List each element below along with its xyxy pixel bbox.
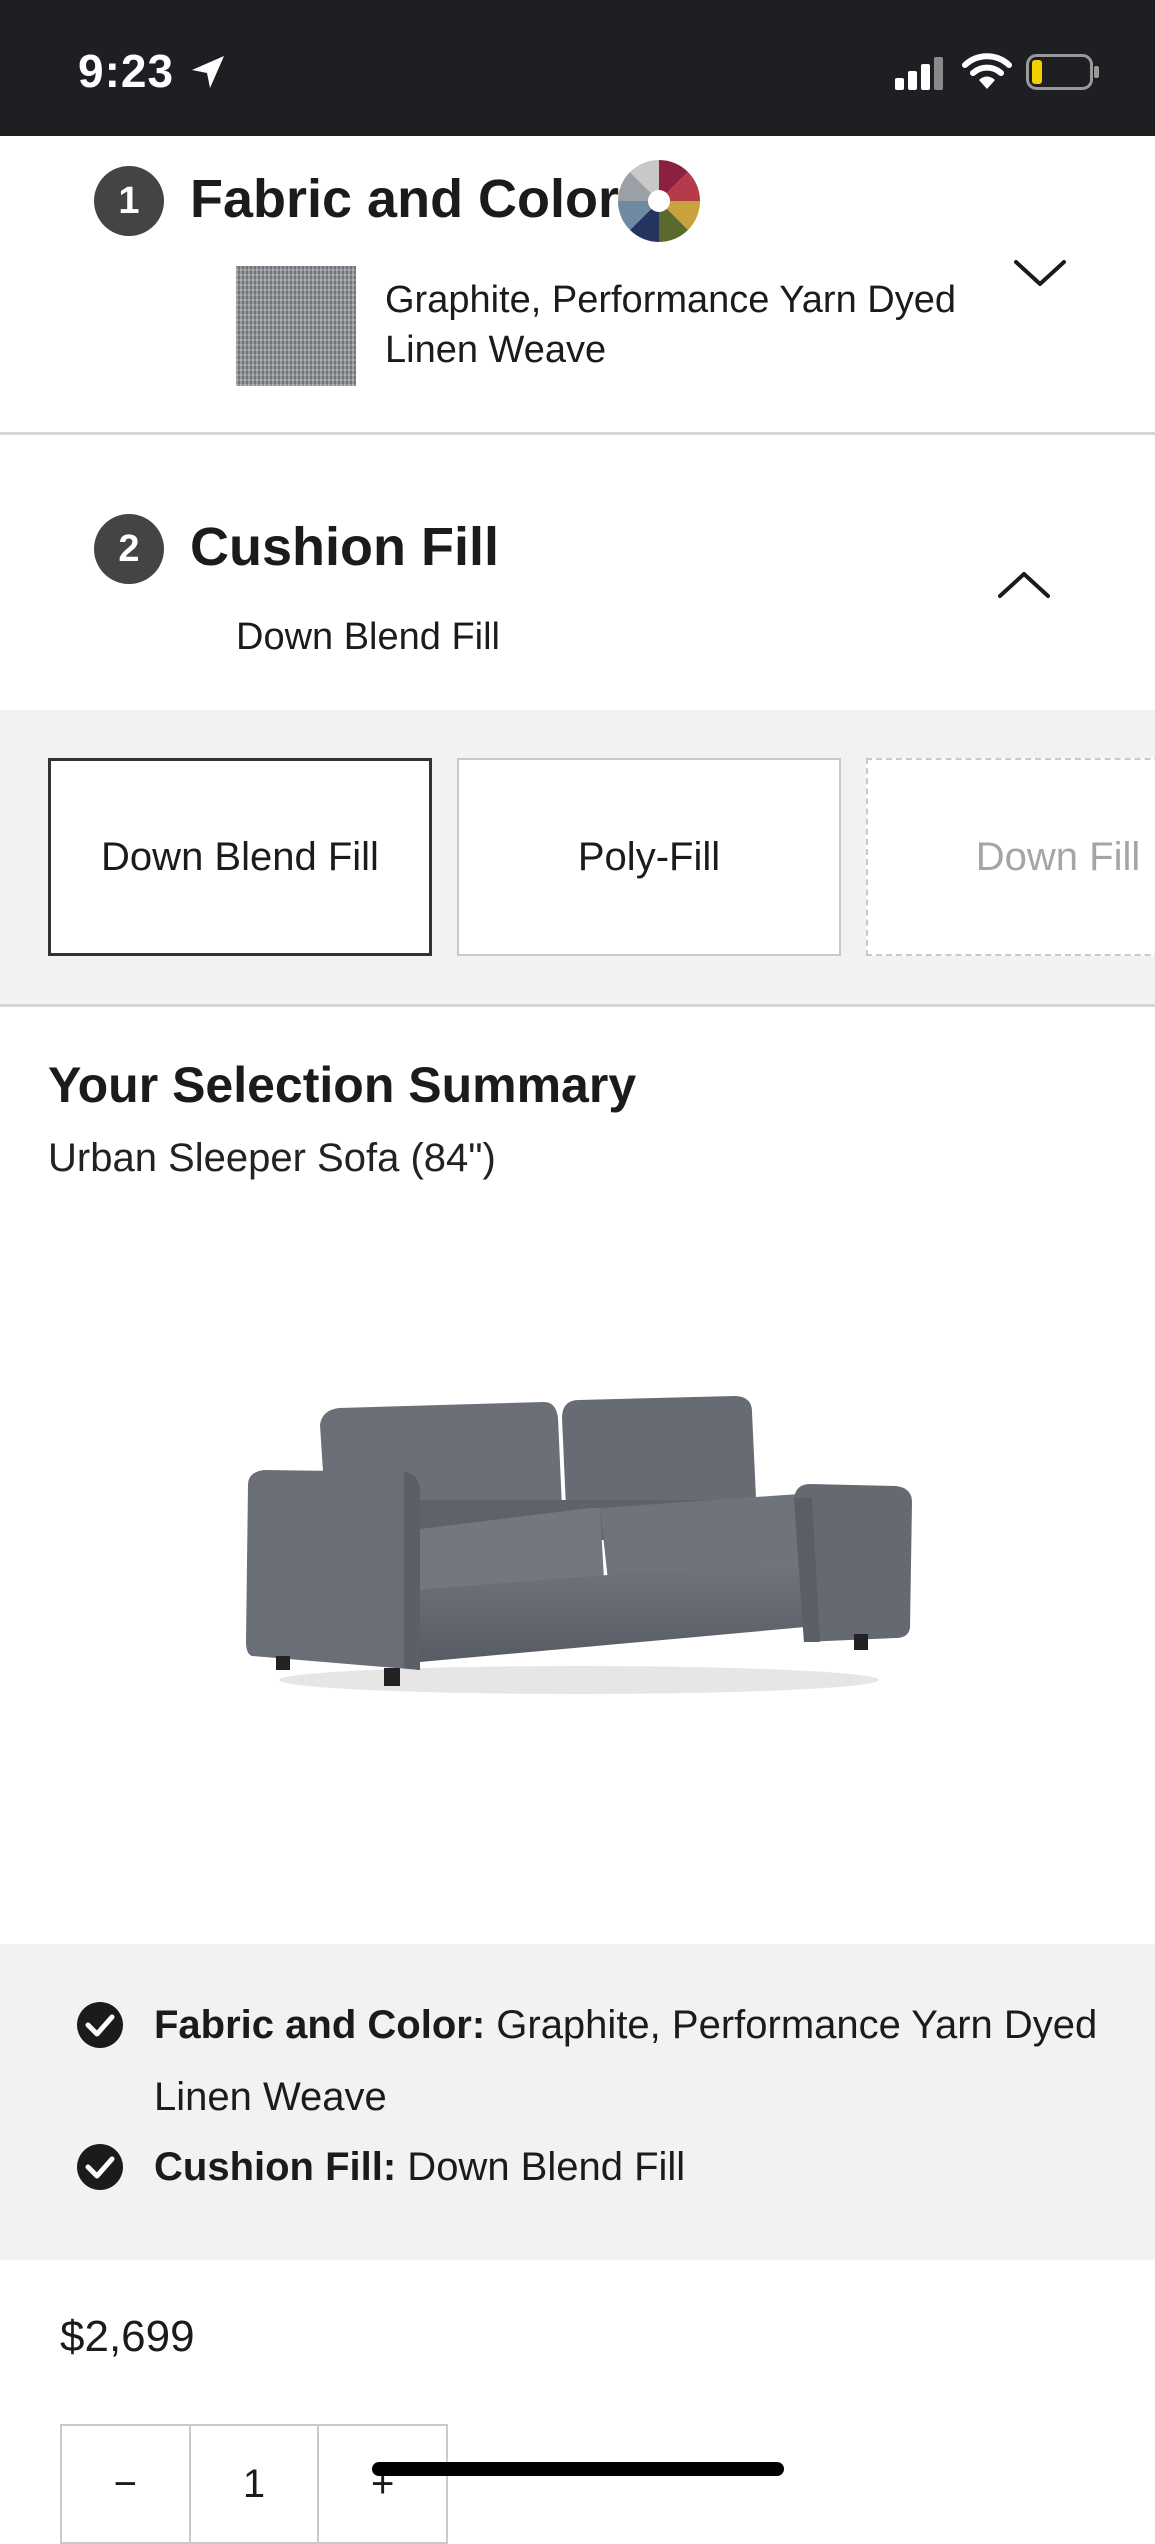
fabric-selection-line2: Linen Weave: [385, 329, 607, 371]
chevron-down-icon[interactable]: [1012, 256, 1068, 290]
home-indicator[interactable]: [372, 2462, 784, 2476]
spec-cushion-label: Cushion Fill:: [154, 2145, 397, 2189]
location-arrow-icon: [192, 56, 224, 88]
cushion-fill-selection: Down Blend Fill: [236, 616, 500, 658]
spec-cushion-fill: Cushion Fill: Down Blend Fill: [154, 2131, 1114, 2203]
fill-option-down-blend[interactable]: Down Blend Fill: [48, 758, 432, 956]
chevron-up-icon[interactable]: [996, 568, 1052, 602]
price: $2,699: [60, 2312, 195, 2361]
fill-option-poly[interactable]: Poly-Fill: [457, 758, 841, 956]
fill-option-down[interactable]: Down Fill: [866, 758, 1155, 956]
battery-icon: [1026, 54, 1099, 90]
quantity-increase-button[interactable]: +: [317, 2426, 446, 2542]
check-circle-icon: [77, 2144, 123, 2190]
section-divider: [0, 432, 1155, 435]
fabric-color-title: Fabric and Color: [190, 169, 620, 229]
spec-fabric-value: Graphite, Performance Yarn Dyed: [485, 2003, 1098, 2047]
fill-option-clip: Down Fill: [866, 758, 1155, 956]
cushion-fill-section[interactable]: [0, 436, 1155, 710]
step-number-1: 1: [94, 166, 164, 236]
quantity-decrease-button[interactable]: −: [62, 2426, 189, 2542]
spec-fabric-color: Fabric and Color: Graphite, Performance …: [154, 1989, 1114, 2133]
step-number-2: 2: [94, 514, 164, 584]
quantity-stepper: − 1 +: [60, 2424, 448, 2544]
product-name: Urban Sleeper Sofa (84"): [48, 1136, 496, 1180]
status-time: 9:23: [78, 45, 175, 97]
quantity-value[interactable]: 1: [188, 2426, 318, 2542]
cellular-signal-icon: [895, 57, 943, 90]
sofa-image: [246, 1396, 912, 1694]
check-circle-icon: [77, 2002, 123, 2048]
fabric-swatch: [236, 266, 356, 386]
fabric-selection-line1: Graphite, Performance Yarn Dyed: [385, 279, 956, 321]
selection-summary-title: Your Selection Summary: [48, 1057, 637, 1113]
options-divider: [0, 1004, 1155, 1007]
spec-cushion-value: Down Blend Fill: [396, 2145, 686, 2189]
cushion-fill-title: Cushion Fill: [190, 517, 499, 577]
wifi-icon: [962, 53, 1012, 89]
spec-fabric-value-cont: Linen Weave: [154, 2075, 387, 2119]
spec-fabric-label: Fabric and Color:: [154, 2003, 486, 2047]
color-wheel-icon: [618, 160, 700, 242]
